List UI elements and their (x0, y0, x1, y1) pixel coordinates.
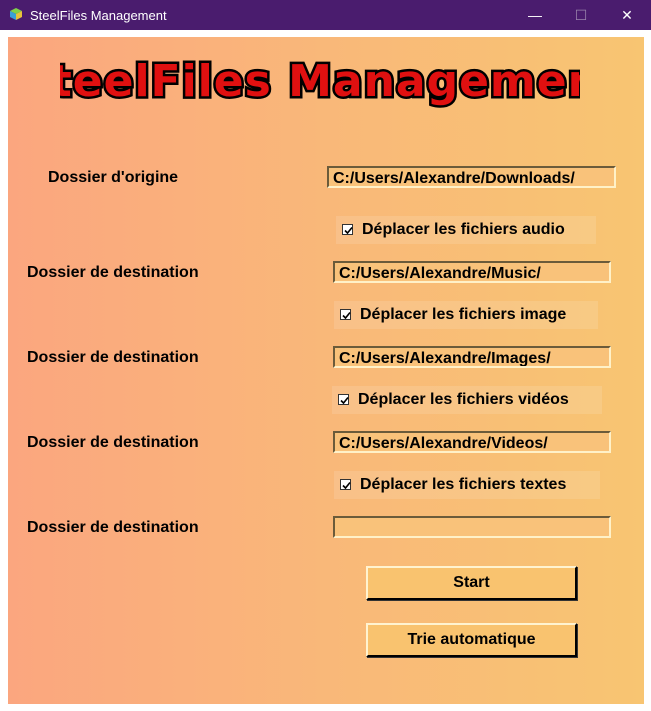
logo-text: SteelFiles Management (60, 56, 580, 107)
image-checkbox[interactable] (340, 309, 351, 320)
checkbox-row-audio[interactable]: Déplacer les fichiers audio (336, 216, 596, 244)
title-bar: SteelFiles Management — ☐ ✕ (0, 0, 651, 30)
destination-path-image[interactable]: C:/Users/Alexandre/Images/ (333, 346, 611, 368)
destination-path-texts[interactable] (333, 516, 611, 538)
close-button[interactable]: ✕ (604, 0, 650, 30)
app-cube-icon (9, 7, 23, 21)
texts-checkbox-label: Déplacer les fichiers textes (360, 476, 567, 493)
videos-checkbox[interactable] (338, 394, 349, 405)
origin-label: Dossier d'origine (48, 169, 179, 186)
audio-checkbox-label: Déplacer les fichiers audio (362, 221, 565, 238)
maximize-button[interactable]: ☐ (558, 0, 604, 30)
start-button[interactable]: Start (366, 566, 577, 600)
destination-label-videos: Dossier de destination (27, 434, 199, 451)
texts-checkbox[interactable] (340, 479, 351, 490)
destination-label-audio: Dossier de destination (27, 264, 199, 281)
window-title: SteelFiles Management (30, 8, 167, 23)
app-logo: SteelFiles Management (60, 54, 580, 110)
destination-path-videos[interactable]: C:/Users/Alexandre/Videos/ (333, 431, 611, 453)
minimize-button[interactable]: — (512, 0, 558, 30)
videos-checkbox-label: Déplacer les fichiers vidéos (358, 391, 569, 408)
image-checkbox-label: Déplacer les fichiers image (360, 306, 567, 323)
checkbox-row-image[interactable]: Déplacer les fichiers image (334, 301, 598, 329)
destination-path-audio[interactable]: C:/Users/Alexandre/Music/ (333, 261, 611, 283)
checkbox-row-videos[interactable]: Déplacer les fichiers vidéos (332, 386, 602, 414)
origin-path-field[interactable]: C:/Users/Alexandre/Downloads/ (327, 166, 616, 188)
auto-sort-button[interactable]: Trie automatique (366, 623, 577, 657)
destination-label-image: Dossier de destination (27, 349, 199, 366)
checkbox-row-texts[interactable]: Déplacer les fichiers textes (334, 471, 600, 499)
destination-label-texts: Dossier de destination (27, 519, 199, 536)
audio-checkbox[interactable] (342, 224, 353, 235)
window-bottom-edge (0, 704, 651, 711)
